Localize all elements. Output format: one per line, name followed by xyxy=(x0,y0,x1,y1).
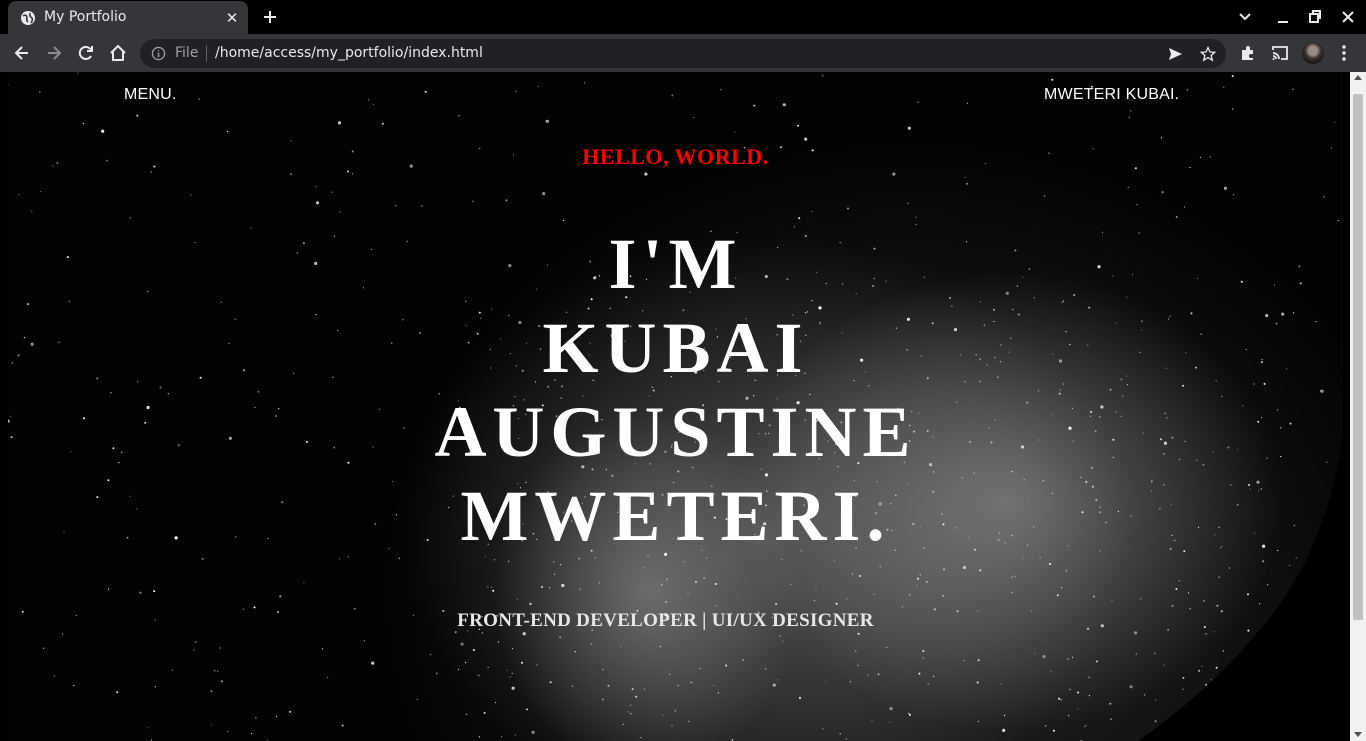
browser-tab[interactable]: My Portfolio ✕ xyxy=(8,1,248,34)
minimize-icon[interactable] xyxy=(1273,7,1293,27)
reload-icon[interactable] xyxy=(76,43,96,63)
greeting-text: HELLO, WORLD. xyxy=(582,144,769,169)
scroll-down-arrow[interactable] xyxy=(1354,732,1362,737)
hero-line: KUBAI xyxy=(542,308,809,388)
nav-menu-link[interactable]: MENU. xyxy=(124,86,177,104)
close-window-icon[interactable] xyxy=(1338,7,1358,27)
scroll-up-arrow[interactable] xyxy=(1354,75,1362,80)
tab-strip: My Portfolio ✕ xyxy=(0,0,1366,34)
address-bar[interactable]: File /home/access/my_portfolio/index.htm… xyxy=(140,39,1226,68)
send-icon[interactable] xyxy=(1167,46,1183,62)
hero-section: MENU. MWETERI KUBAI. HELLO, WORLD. I'M K… xyxy=(8,72,1343,741)
chevron-down-icon[interactable] xyxy=(1235,7,1255,27)
globe-icon xyxy=(21,11,35,25)
plus-icon[interactable] xyxy=(260,7,280,27)
hero-line: AUGUSTINE xyxy=(434,392,917,472)
vertical-scrollbar[interactable] xyxy=(1350,72,1366,741)
restore-icon[interactable] xyxy=(1305,7,1325,27)
star-icon[interactable] xyxy=(1200,46,1216,62)
page-viewport: MENU. MWETERI KUBAI. HELLO, WORLD. I'M K… xyxy=(0,72,1366,741)
omnibox-divider xyxy=(206,45,207,62)
url-text[interactable]: /home/access/my_portfolio/index.html xyxy=(215,45,483,61)
close-icon[interactable]: ✕ xyxy=(224,10,240,26)
hero-line: MWETERI. xyxy=(460,476,891,556)
nav-brand-link[interactable]: MWETERI KUBAI. xyxy=(1044,86,1179,104)
arrow-right-icon[interactable] xyxy=(44,43,64,63)
tab-title: My Portfolio xyxy=(44,9,127,25)
arrow-left-icon[interactable] xyxy=(12,43,32,63)
scroll-thumb[interactable] xyxy=(1353,94,1363,620)
url-scheme: File xyxy=(175,45,199,61)
cast-icon[interactable] xyxy=(1270,43,1290,63)
hero-line: I'M xyxy=(608,224,743,304)
browser-toolbar: File /home/access/my_portfolio/index.htm… xyxy=(0,34,1366,72)
puzzle-icon[interactable] xyxy=(1238,43,1258,63)
profile-avatar[interactable] xyxy=(1302,42,1324,64)
hero-heading: I'M KUBAI AUGUSTINE MWETERI. xyxy=(8,222,1343,558)
home-icon[interactable] xyxy=(108,43,128,63)
info-icon[interactable] xyxy=(151,46,166,61)
role-subtitle: FRONT-END DEVELOPER | UI/UX DESIGNER xyxy=(457,610,874,631)
kebab-icon[interactable] xyxy=(1334,43,1354,63)
